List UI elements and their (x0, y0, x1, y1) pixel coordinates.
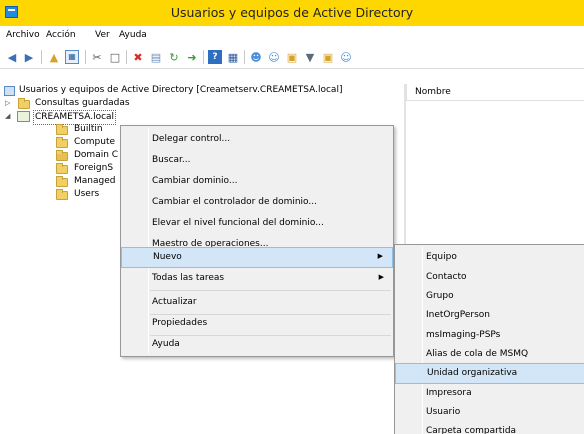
submenu-item-msimaging-psps[interactable]: msImaging-PSPs (395, 325, 584, 346)
up-folder-icon[interactable]: ▲ (47, 50, 61, 64)
submenu-item-unidad-organizativa[interactable]: Unidad organizativa (395, 363, 584, 384)
menu-item-actualizar[interactable]: Actualizar (121, 292, 393, 313)
group-icon[interactable]: ☺ (339, 50, 353, 64)
submenu-nuevo: Equipo Contacto Grupo InetOrgPerson msIm… (394, 244, 584, 434)
menu-item-ayuda[interactable]: Ayuda (121, 334, 393, 355)
folder-icon (56, 189, 68, 200)
menu-archivo[interactable]: Archivo (6, 30, 40, 40)
title-bar: Usuarios y equipos de Active Directory (0, 0, 584, 26)
export-icon[interactable]: ➜ (185, 50, 199, 64)
menu-item-cambiar-controlador[interactable]: Cambiar el controlador de dominio... (121, 192, 393, 213)
submenu-item-inetorgperson[interactable]: InetOrgPerson (395, 305, 584, 326)
forward-icon[interactable]: ▶ (22, 50, 36, 64)
folder-icon (56, 137, 68, 148)
add-group-icon[interactable]: ☺ (267, 50, 281, 64)
cut-icon[interactable]: ✂ (90, 50, 104, 64)
delete-icon[interactable]: ✖ (131, 50, 145, 64)
folder-icon (56, 163, 68, 174)
filter-icon[interactable]: ▼ (303, 50, 317, 64)
submenu-item-alias-msmq[interactable]: Alias de cola de MSMQ (395, 344, 584, 365)
collapse-icon[interactable]: ◢ (5, 110, 10, 123)
expand-icon[interactable]: ▷ (5, 97, 10, 110)
window-title: Usuarios y equipos de Active Directory (170, 5, 414, 20)
menu-bar: Archivo Acción Ver Ayuda (0, 27, 584, 44)
submenu-item-impresora[interactable]: Impresora (395, 383, 584, 404)
properties-icon[interactable]: ▤ (149, 50, 163, 64)
menu-item-propiedades[interactable]: Propiedades (121, 313, 393, 334)
menu-ver[interactable]: Ver (95, 30, 110, 40)
submenu-item-usuario[interactable]: Usuario (395, 402, 584, 423)
menu-item-buscar[interactable]: Buscar... (121, 150, 393, 171)
toolbar: ◀ ▶ ▲ ▦ ✂ □ ✖ ▤ ↻ ➜ ? ▦ ☻ ☺ ▣ ▼ ▣ ☺ (0, 45, 584, 69)
menu-item-elevar-nivel[interactable]: Elevar el nivel funcional del dominio... (121, 213, 393, 234)
context-menu: Delegar control... Buscar... Cambiar dom… (120, 125, 394, 357)
menu-item-delegar-control[interactable]: Delegar control... (121, 129, 393, 150)
folder-icon (56, 176, 68, 187)
column-header-nombre[interactable]: Nombre (406, 84, 584, 101)
submenu-arrow-icon: ▶ (378, 273, 384, 281)
ou-folder-icon (56, 150, 68, 161)
help-icon[interactable]: ? (208, 50, 222, 64)
refresh-icon[interactable]: ↻ (167, 50, 181, 64)
submenu-item-carpeta-compartida[interactable]: Carpeta compartida (395, 421, 584, 434)
aduc-root-icon (4, 86, 15, 96)
menu-item-cambiar-dominio[interactable]: Cambiar dominio... (121, 171, 393, 192)
add-user-icon[interactable]: ☻ (249, 50, 263, 64)
console-tree-icon[interactable]: ▦ (65, 50, 79, 64)
menu-accion[interactable]: Acción (46, 30, 76, 40)
domain-icon (17, 111, 30, 122)
folder-icon (56, 124, 68, 135)
submenu-arrow-icon: ▶ (377, 252, 383, 260)
submenu-item-grupo[interactable]: Grupo (395, 286, 584, 307)
view-icon[interactable]: ▦ (226, 50, 240, 64)
submenu-item-equipo[interactable]: Equipo (395, 247, 584, 268)
submenu-item-contacto[interactable]: Contacto (395, 267, 584, 288)
menu-item-nuevo[interactable]: Nuevo ▶ (121, 247, 393, 268)
copy-icon[interactable]: □ (108, 50, 122, 64)
menu-ayuda[interactable]: Ayuda (119, 30, 147, 40)
folder-icon (18, 98, 30, 109)
find-icon[interactable]: ▣ (321, 50, 335, 64)
menu-item-todas-las-tareas[interactable]: Todas las tareas ▶ (121, 268, 393, 289)
add-ou-icon[interactable]: ▣ (285, 50, 299, 64)
back-icon[interactable]: ◀ (5, 50, 19, 64)
